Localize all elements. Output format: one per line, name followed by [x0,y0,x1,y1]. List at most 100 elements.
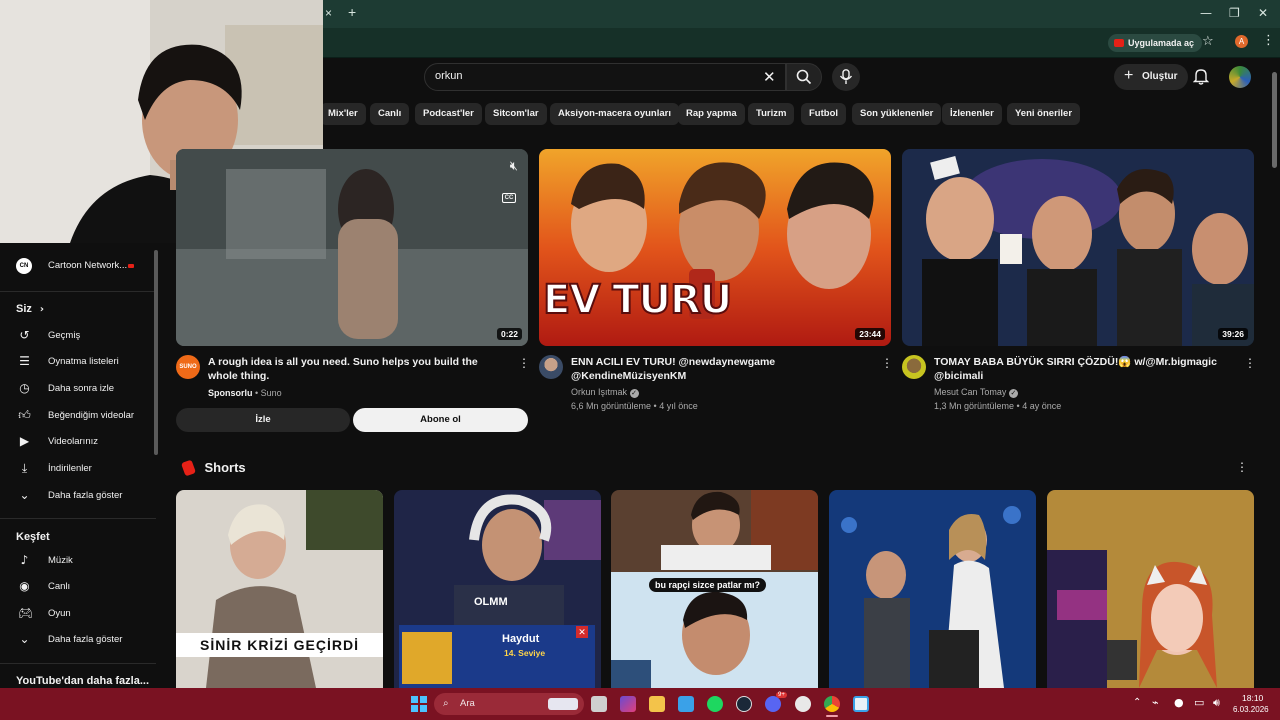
sidebar-item-watch-later[interactable]: ◷ Daha sonra izle [0,376,156,402]
explore-section-header: Keşfet [16,531,50,543]
browser-menu-icon[interactable]: ⋮ [1262,33,1275,48]
you-section-header[interactable]: Siz › [16,303,44,315]
open-in-app-button[interactable]: Uygulamada aç [1108,34,1203,52]
settings-gear-icon[interactable] [795,696,811,712]
channel-avatar[interactable] [902,355,926,379]
tray-overflow-chevron-icon[interactable]: ⌃ [1133,697,1141,708]
minimize-button[interactable]: — [1200,6,1212,20]
voice-search-button[interactable] [832,63,860,91]
sidebar-item-music[interactable]: ♪ Müzik [0,548,156,574]
sidebar-item-downloads[interactable]: ⤓ İndirilenler [0,456,156,482]
short-thumbnail[interactable]: bu rapçi sizce patlar mı? [611,490,818,688]
new-tab-button[interactable]: + [348,4,356,20]
advertiser-avatar[interactable]: SUNO [176,355,200,379]
chip-rap[interactable]: Rap yapma [678,103,745,125]
app-icon[interactable] [853,696,869,712]
sidebar-item-liked-videos[interactable]: 👍︎ Beğendiğim videolar [0,403,156,429]
display-icon[interactable]: ▭ [1194,696,1204,709]
search-button[interactable] [786,63,822,91]
video-title[interactable]: TOMAY BABA BÜYÜK SIRRI ÇÖZDÜ!😱 w/@Mr.big… [934,355,1234,383]
task-view-icon[interactable] [591,696,607,712]
account-avatar[interactable] [1229,66,1251,88]
create-button[interactable]: Oluştur [1114,63,1188,90]
channel-name[interactable]: Orkun Işıtmak ✓ [571,385,639,399]
gamepad-icon: 🎮︎ [18,606,34,620]
sidebar-scrollbar[interactable] [154,250,158,455]
notifications-bell-icon[interactable] [1193,68,1209,85]
sidebar-item-label: Cartoon Network... [48,260,128,271]
verified-badge-icon: ✓ [1008,389,1018,398]
captions-icon[interactable]: CC [502,193,516,203]
ad-watch-button[interactable]: İzle [176,408,350,432]
video-title[interactable]: ENN ACILI EV TURU! @newdaynewgame @Kendi… [571,355,871,383]
video-more-options-icon[interactable]: ⋮ [881,357,893,369]
clear-search-icon[interactable]: ✕ [763,68,776,86]
spotify-icon[interactable] [707,696,723,712]
chip-football[interactable]: Futbol [801,103,847,125]
short-thumbnail[interactable] [829,490,1036,688]
search-input[interactable] [435,70,755,82]
sidebar-item-your-videos[interactable]: ▶ Videolarınız [0,429,156,455]
sidebar-item-gaming[interactable]: 🎮︎ Oyun [0,601,156,627]
network-icon[interactable]: ⌁ [1152,696,1159,709]
page-scrollbar[interactable] [1272,72,1277,168]
video-icon: ▶ [19,434,30,448]
search-box: ✕ [424,63,786,91]
channel-name[interactable]: Mesut Can Tomay ✓ [934,385,1018,399]
sidebar-item-live[interactable]: ◉ Canlı [0,574,156,600]
sidebar-item-history[interactable]: ↺ Geçmiş [0,323,156,349]
sidebar-item-show-more[interactable]: ⌄ Daha fazla göster [0,483,156,509]
shorts-more-options-icon[interactable]: ⋮ [1236,461,1248,473]
chip-sitcoms[interactable]: Sitcom'lar [485,103,547,125]
chip-new-to-you[interactable]: Yeni öneriler [1007,103,1081,125]
chip-recently-uploaded[interactable]: Son yüklenenler [852,103,942,125]
chrome-icon[interactable] [824,696,840,712]
chip-podcasts[interactable]: Podcast'ler [415,103,482,125]
chip-action-adventure-games[interactable]: Aksiyon-macera oyunları [550,103,679,125]
video-more-options-icon[interactable]: ⋮ [1244,357,1256,369]
card-title: Haydut [502,633,540,645]
short-image [829,490,1036,688]
search-highlight-icon [548,698,578,710]
taskbar-search[interactable]: ⌕ Ara [434,693,584,715]
mute-icon[interactable]: 🔇︎ [510,159,518,174]
steam-icon[interactable] [736,696,752,712]
sidebar-item-label: Canlı [48,581,71,592]
ad-more-options-icon[interactable]: ⋮ [518,357,530,369]
chip-live[interactable]: Canlı [370,103,410,125]
video-thumbnail[interactable]: EV TURU 23:44 [539,149,891,346]
sidebar-item-playlists[interactable]: ☰ Oynatma listeleri [0,349,156,375]
video-thumbnail[interactable]: 39:26 [902,149,1254,346]
clock-date[interactable]: 6.03.2026 [1233,705,1269,714]
short-thumbnail[interactable]: SİNİR KRİZİ GEÇİRDİ [176,490,383,688]
section-title: Siz [16,303,32,315]
discord-icon[interactable] [765,696,781,712]
ad-title[interactable]: A rough idea is all you need. Suno helps… [208,355,508,383]
ad-video-thumbnail[interactable]: 🔇︎ CC 0:22 [176,149,528,346]
chip-tourism[interactable]: Turizm [748,103,795,125]
sidebar-item-label: Oynatma listeleri [48,356,119,367]
close-window-button[interactable]: ✕ [1258,6,1268,20]
file-explorer-icon[interactable] [649,696,665,712]
store-icon[interactable] [678,696,694,712]
sidebar-item-cartoon-network[interactable]: CN Cartoon Network... [0,253,156,279]
chip-watched[interactable]: İzlenenler [942,103,1002,125]
volume-icon[interactable]: 🔊︎ [1213,696,1220,710]
video-stats: 6,6 Mn görüntüleme • 4 yıl önce [571,401,698,411]
profile-avatar[interactable]: A [1235,35,1248,48]
restore-button[interactable]: ❐ [1229,6,1240,20]
channel-avatar[interactable] [539,355,563,379]
clock-time[interactable]: 18:10 [1242,693,1263,703]
active-app-indicator [826,715,838,717]
short-thumbnail[interactable] [1047,490,1254,688]
chip-mixes[interactable]: Mix'ler [320,103,366,125]
tab-close-button[interactable]: × [325,6,332,20]
windows-start-icon[interactable] [411,696,427,712]
clock-icon: ◷ [19,381,30,395]
short-thumbnail[interactable]: OLMM Haydut 14. Seviye ✕ [394,490,601,688]
ad-subscribe-button[interactable]: Abone ol [353,408,528,432]
sidebar-item-show-more-explore[interactable]: ⌄ Daha fazla göster [0,627,156,653]
app-icon[interactable] [620,696,636,712]
bookmark-star-icon[interactable]: ☆ [1202,34,1214,49]
microphone-icon[interactable]: ● [1174,696,1184,709]
